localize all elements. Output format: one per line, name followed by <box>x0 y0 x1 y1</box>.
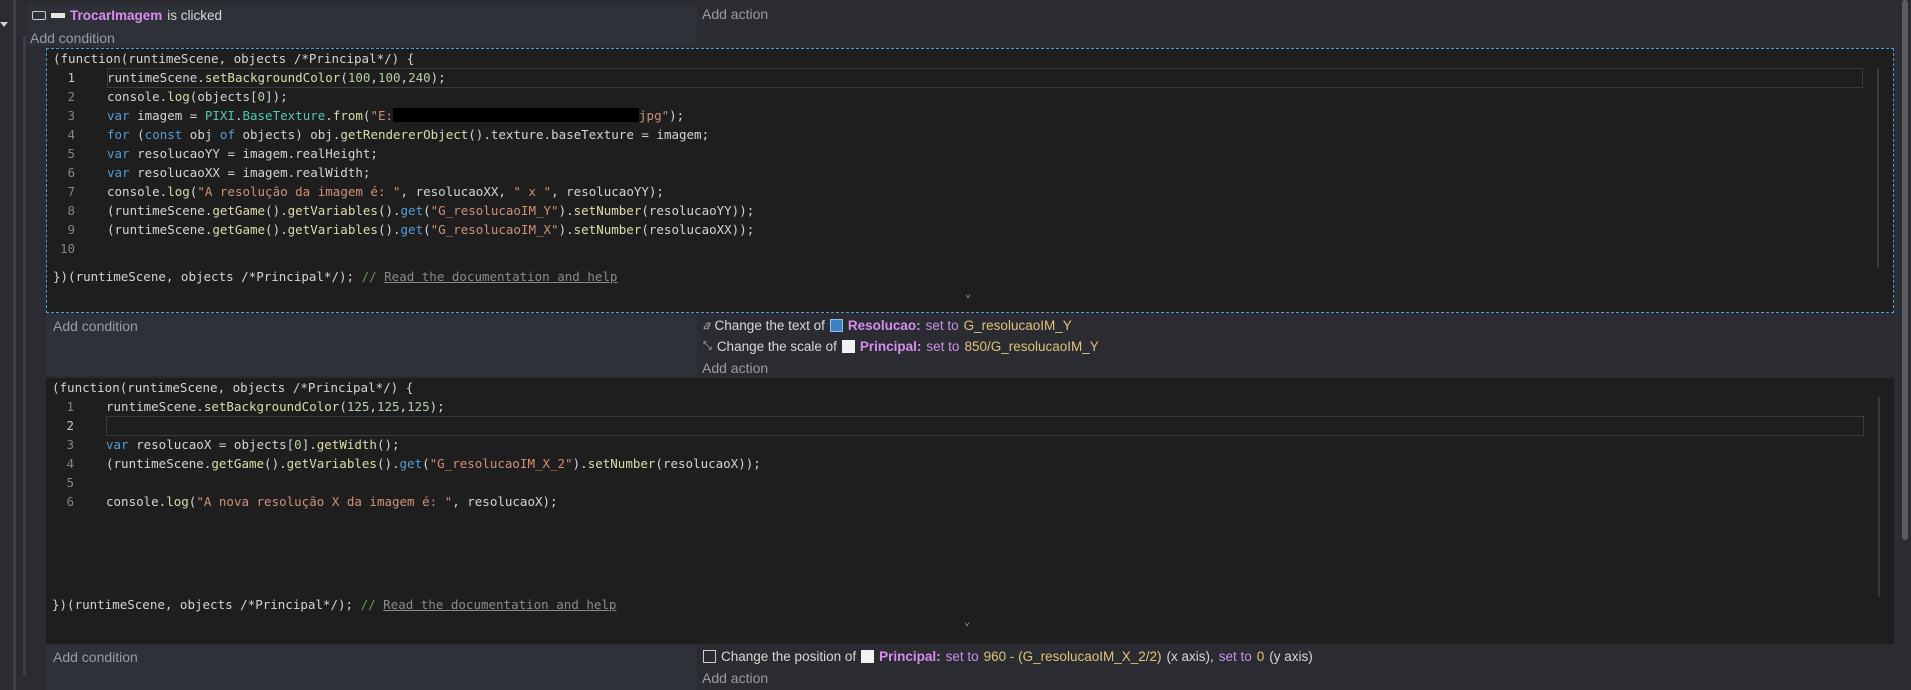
expand-chevron-icon[interactable]: ⌄ <box>965 289 971 300</box>
line-number: 5 <box>66 475 74 490</box>
line-number: 4 <box>67 127 75 142</box>
tree-guide <box>23 36 26 676</box>
sub-event-actions-2: Change the position of Principal: set to… <box>697 645 1894 690</box>
code-scrollbar[interactable] <box>1877 68 1879 268</box>
line-number: 8 <box>67 203 75 218</box>
line-number: 2 <box>67 89 75 104</box>
sub-event-conditions-2: Add condition <box>46 645 697 690</box>
window-scrollbar-thumb[interactable] <box>1902 0 1908 540</box>
add-condition-link[interactable]: Add condition <box>53 318 138 334</box>
code-line-2[interactable]: console.log(objects[0]); <box>107 87 288 106</box>
add-condition-link[interactable]: Add condition <box>53 649 138 665</box>
line-number: 1 <box>66 399 74 414</box>
code-header: (function(runtimeScene, objects /*Princi… <box>53 51 415 66</box>
position-action-icon <box>703 650 716 663</box>
line-number: 2 <box>66 418 74 433</box>
redacted-path <box>393 108 640 122</box>
documentation-link[interactable]: Read the documentation and help <box>383 597 616 612</box>
action-change-scale[interactable]: ⤡ Change the scale of Principal: set to … <box>703 339 1099 354</box>
code-line-1[interactable]: runtimeScene.setBackgroundColor(100,100,… <box>107 68 446 87</box>
text-action-icon: 𝑎 <box>703 318 710 332</box>
code-line-1[interactable]: runtimeScene.setBackgroundColor(125,125,… <box>106 397 445 416</box>
line-number: 5 <box>67 146 75 161</box>
add-condition-link[interactable]: Add condition <box>30 30 115 46</box>
code-line-6[interactable]: var resolucaoXX = imagem.realWidth; <box>107 163 370 182</box>
code-line-3[interactable]: var imagem = PIXI.BaseTexture.from("E: jp… <box>107 106 684 125</box>
code-footer: })(runtimeScene, objects /*Principal*/);… <box>52 597 617 612</box>
mouse-cursor-icon <box>32 11 46 20</box>
add-action-link[interactable]: Add action <box>702 6 768 22</box>
text-object-icon <box>829 319 843 332</box>
documentation-link[interactable]: Read the documentation and help <box>384 269 617 284</box>
scale-action-icon: ⤡ <box>703 340 712 352</box>
add-action-link[interactable]: Add action <box>702 360 768 376</box>
line-number: 7 <box>67 184 75 199</box>
javascript-code-editor[interactable]: (function(runtimeScene, objects /*Princi… <box>46 48 1894 313</box>
sprite-object-icon <box>861 650 875 663</box>
code-line-6[interactable]: console.log("A nova resolução X da image… <box>106 492 558 511</box>
javascript-code-editor-2[interactable]: (function(runtimeScene, objects /*Princi… <box>46 378 1894 644</box>
code-line-9[interactable]: (runtimeScene.getGame().getVariables().g… <box>107 220 754 239</box>
line-number: 10 <box>59 241 75 256</box>
sub-event-actions: 𝑎 Change the text of Resolucao: set to G… <box>697 314 1894 376</box>
code-scrollbar[interactable] <box>1878 397 1880 597</box>
code-line-5[interactable]: var resolucaoYY = imagem.realHeight; <box>107 144 378 163</box>
expand-chevron-icon[interactable]: ⌄ <box>964 617 970 628</box>
code-line-4[interactable]: (runtimeScene.getGame().getVariables().g… <box>106 454 761 473</box>
sprite-object-icon <box>841 340 855 353</box>
code-footer: })(runtimeScene, objects /*Principal*/);… <box>53 269 618 284</box>
line-number: 3 <box>66 437 74 452</box>
line-number: 6 <box>66 494 74 509</box>
condition-row[interactable]: TrocarImagem is clicked <box>32 8 222 23</box>
action-change-position[interactable]: Change the position of Principal: set to… <box>703 649 1313 664</box>
condition-object: TrocarImagem <box>70 8 163 23</box>
sub-event-conditions: Add condition <box>46 314 697 376</box>
tree-guide <box>13 0 16 690</box>
condition-suffix: is clicked <box>167 8 223 23</box>
line-number: 3 <box>67 108 75 123</box>
line-number: 4 <box>66 456 74 471</box>
code-line-3[interactable]: var resolucaoX = objects[0].getWidth(); <box>106 435 400 454</box>
code-line-8[interactable]: (runtimeScene.getGame().getVariables().g… <box>107 201 754 220</box>
line-number: 6 <box>67 165 75 180</box>
add-action-link[interactable]: Add action <box>702 670 768 686</box>
code-line-4[interactable]: for (const obj of objects) obj.getRender… <box>107 125 709 144</box>
code-line-7[interactable]: console.log("A resolução da imagem é: ",… <box>107 182 664 201</box>
collapse-arrow-icon[interactable] <box>0 22 8 27</box>
window-scrollbar-track[interactable] <box>1899 0 1911 690</box>
button-object-icon <box>51 13 65 18</box>
event-conditions: TrocarImagem is clicked Add condition <box>27 4 697 46</box>
line-number: 1 <box>67 70 75 85</box>
code-header: (function(runtimeScene, objects /*Princi… <box>52 380 414 395</box>
action-change-text[interactable]: 𝑎 Change the text of Resolucao: set to G… <box>703 318 1072 333</box>
line-number: 9 <box>67 222 75 237</box>
